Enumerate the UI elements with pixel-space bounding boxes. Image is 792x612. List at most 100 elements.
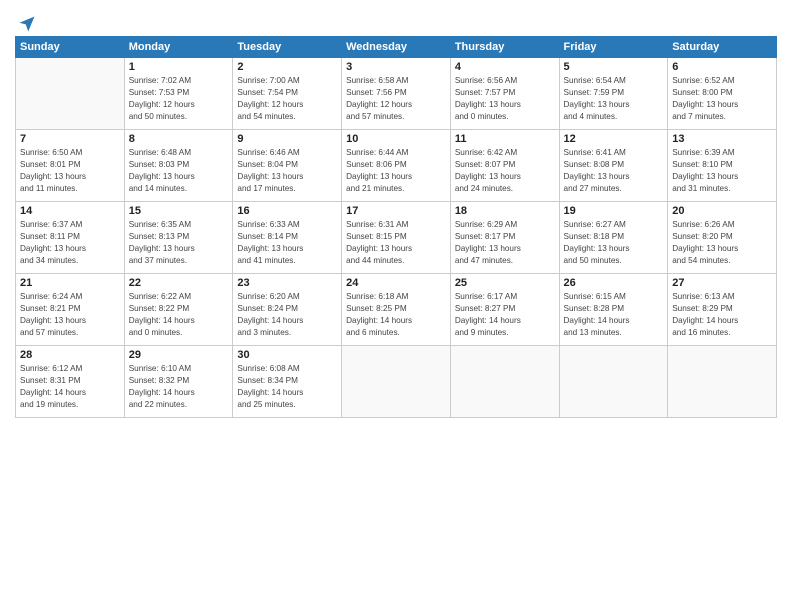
day-info: Sunrise: 6:33 AM Sunset: 8:14 PM Dayligh… xyxy=(237,219,337,267)
day-info: Sunrise: 6:48 AM Sunset: 8:03 PM Dayligh… xyxy=(129,147,229,195)
calendar-cell: 24Sunrise: 6:18 AM Sunset: 8:25 PM Dayli… xyxy=(342,274,451,346)
calendar-cell: 22 Sunrise: 6:22 AM Sunset: 8:22 PM Dayli… xyxy=(124,274,233,346)
day-info: Sunrise: 6:56 AM Sunset: 7:57 PM Dayligh… xyxy=(455,75,555,123)
day-info: Sunrise: 6:39 AM Sunset: 8:10 PM Dayligh… xyxy=(672,147,772,195)
day-number: 7 xyxy=(20,133,120,145)
header xyxy=(15,10,777,30)
calendar-table: SundayMondayTuesdayWednesdayThursdayFrid… xyxy=(15,36,777,418)
day-info: Sunrise: 6:15 AM Sunset: 8:28 PM Dayligh… xyxy=(564,291,664,339)
calendar-cell: 6 Sunrise: 6:52 AM Sunset: 8:00 PM Daylig… xyxy=(668,58,777,130)
day-info: Sunrise: 6:17 AM Sunset: 8:27 PM Dayligh… xyxy=(455,291,555,339)
day-number: 14 xyxy=(20,205,120,217)
day-info: Sunrise: 6:12 AM Sunset: 8:31 PM Dayligh… xyxy=(20,363,120,411)
logo xyxy=(15,14,37,30)
calendar-cell xyxy=(16,58,125,130)
calendar-week-row: 1Sunrise: 7:02 AM Sunset: 7:53 PM Daylig… xyxy=(16,58,777,130)
calendar-week-row: 28 Sunrise: 6:12 AM Sunset: 8:31 PM Dayli… xyxy=(16,346,777,418)
column-header-sunday: Sunday xyxy=(16,37,125,58)
calendar-cell: 16 Sunrise: 6:33 AM Sunset: 8:14 PM Dayli… xyxy=(233,202,342,274)
day-number: 12 xyxy=(564,133,664,145)
day-info: Sunrise: 6:27 AM Sunset: 8:18 PM Dayligh… xyxy=(564,219,664,267)
day-info: Sunrise: 6:31 AM Sunset: 8:15 PM Dayligh… xyxy=(346,219,446,267)
calendar-cell: 27Sunrise: 6:13 AM Sunset: 8:29 PM Dayli… xyxy=(668,274,777,346)
day-number: 27 xyxy=(672,277,772,289)
day-info: Sunrise: 6:24 AM Sunset: 8:21 PM Dayligh… xyxy=(20,291,120,339)
day-number: 23 xyxy=(237,277,337,289)
calendar-week-row: 7 Sunrise: 6:50 AM Sunset: 8:01 PM Daylig… xyxy=(16,130,777,202)
day-number: 10 xyxy=(346,133,446,145)
day-info: Sunrise: 6:10 AM Sunset: 8:32 PM Dayligh… xyxy=(129,363,229,411)
day-number: 17 xyxy=(346,205,446,217)
calendar-cell: 25 Sunrise: 6:17 AM Sunset: 8:27 PM Dayli… xyxy=(450,274,559,346)
day-number: 6 xyxy=(672,61,772,73)
day-number: 3 xyxy=(346,61,446,73)
day-info: Sunrise: 6:26 AM Sunset: 8:20 PM Dayligh… xyxy=(672,219,772,267)
column-header-wednesday: Wednesday xyxy=(342,37,451,58)
calendar-cell: 26 Sunrise: 6:15 AM Sunset: 8:28 PM Dayli… xyxy=(559,274,668,346)
day-info: Sunrise: 6:52 AM Sunset: 8:00 PM Dayligh… xyxy=(672,75,772,123)
calendar-cell: 21Sunrise: 6:24 AM Sunset: 8:21 PM Dayli… xyxy=(16,274,125,346)
day-info: Sunrise: 6:08 AM Sunset: 8:34 PM Dayligh… xyxy=(237,363,337,411)
day-number: 4 xyxy=(455,61,555,73)
day-number: 16 xyxy=(237,205,337,217)
page-container: SundayMondayTuesdayWednesdayThursdayFrid… xyxy=(0,0,792,428)
day-number: 28 xyxy=(20,349,120,361)
day-number: 19 xyxy=(564,205,664,217)
day-number: 11 xyxy=(455,133,555,145)
calendar-cell: 7 Sunrise: 6:50 AM Sunset: 8:01 PM Daylig… xyxy=(16,130,125,202)
calendar-cell xyxy=(450,346,559,418)
calendar-cell xyxy=(668,346,777,418)
day-info: Sunrise: 6:35 AM Sunset: 8:13 PM Dayligh… xyxy=(129,219,229,267)
day-number: 26 xyxy=(564,277,664,289)
day-info: Sunrise: 7:02 AM Sunset: 7:53 PM Dayligh… xyxy=(129,75,229,123)
logo-bird-icon xyxy=(17,14,37,34)
day-info: Sunrise: 6:22 AM Sunset: 8:22 PM Dayligh… xyxy=(129,291,229,339)
calendar-cell: 15 Sunrise: 6:35 AM Sunset: 8:13 PM Dayli… xyxy=(124,202,233,274)
column-header-saturday: Saturday xyxy=(668,37,777,58)
calendar-cell: 28 Sunrise: 6:12 AM Sunset: 8:31 PM Dayli… xyxy=(16,346,125,418)
calendar-cell: 14 Sunrise: 6:37 AM Sunset: 8:11 PM Dayli… xyxy=(16,202,125,274)
day-info: Sunrise: 7:00 AM Sunset: 7:54 PM Dayligh… xyxy=(237,75,337,123)
day-info: Sunrise: 6:50 AM Sunset: 8:01 PM Dayligh… xyxy=(20,147,120,195)
day-number: 9 xyxy=(237,133,337,145)
day-number: 18 xyxy=(455,205,555,217)
day-number: 2 xyxy=(237,61,337,73)
day-info: Sunrise: 6:37 AM Sunset: 8:11 PM Dayligh… xyxy=(20,219,120,267)
column-header-friday: Friday xyxy=(559,37,668,58)
calendar-cell: 13 Sunrise: 6:39 AM Sunset: 8:10 PM Dayli… xyxy=(668,130,777,202)
calendar-cell: 4 Sunrise: 6:56 AM Sunset: 7:57 PM Daylig… xyxy=(450,58,559,130)
day-info: Sunrise: 6:44 AM Sunset: 8:06 PM Dayligh… xyxy=(346,147,446,195)
day-info: Sunrise: 6:54 AM Sunset: 7:59 PM Dayligh… xyxy=(564,75,664,123)
calendar-cell: 9 Sunrise: 6:46 AM Sunset: 8:04 PM Daylig… xyxy=(233,130,342,202)
calendar-cell: 18Sunrise: 6:29 AM Sunset: 8:17 PM Dayli… xyxy=(450,202,559,274)
calendar-cell xyxy=(559,346,668,418)
calendar-header-row: SundayMondayTuesdayWednesdayThursdayFrid… xyxy=(16,37,777,58)
day-number: 15 xyxy=(129,205,229,217)
day-info: Sunrise: 6:58 AM Sunset: 7:56 PM Dayligh… xyxy=(346,75,446,123)
day-number: 13 xyxy=(672,133,772,145)
calendar-cell: 2 Sunrise: 7:00 AM Sunset: 7:54 PM Daylig… xyxy=(233,58,342,130)
column-header-thursday: Thursday xyxy=(450,37,559,58)
calendar-cell: 5 Sunrise: 6:54 AM Sunset: 7:59 PM Daylig… xyxy=(559,58,668,130)
day-number: 22 xyxy=(129,277,229,289)
day-number: 5 xyxy=(564,61,664,73)
day-number: 8 xyxy=(129,133,229,145)
day-info: Sunrise: 6:46 AM Sunset: 8:04 PM Dayligh… xyxy=(237,147,337,195)
day-info: Sunrise: 6:41 AM Sunset: 8:08 PM Dayligh… xyxy=(564,147,664,195)
calendar-cell: 10 Sunrise: 6:44 AM Sunset: 8:06 PM Dayli… xyxy=(342,130,451,202)
day-info: Sunrise: 6:20 AM Sunset: 8:24 PM Dayligh… xyxy=(237,291,337,339)
calendar-cell: 11Sunrise: 6:42 AM Sunset: 8:07 PM Dayli… xyxy=(450,130,559,202)
calendar-cell: 19 Sunrise: 6:27 AM Sunset: 8:18 PM Dayli… xyxy=(559,202,668,274)
day-number: 29 xyxy=(129,349,229,361)
day-number: 24 xyxy=(346,277,446,289)
day-number: 25 xyxy=(455,277,555,289)
calendar-cell: 29 Sunrise: 6:10 AM Sunset: 8:32 PM Dayli… xyxy=(124,346,233,418)
calendar-cell: 17 Sunrise: 6:31 AM Sunset: 8:15 PM Dayli… xyxy=(342,202,451,274)
calendar-cell: 12 Sunrise: 6:41 AM Sunset: 8:08 PM Dayli… xyxy=(559,130,668,202)
column-header-monday: Monday xyxy=(124,37,233,58)
calendar-week-row: 21Sunrise: 6:24 AM Sunset: 8:21 PM Dayli… xyxy=(16,274,777,346)
calendar-cell: 3 Sunrise: 6:58 AM Sunset: 7:56 PM Daylig… xyxy=(342,58,451,130)
calendar-cell: 20 Sunrise: 6:26 AM Sunset: 8:20 PM Dayli… xyxy=(668,202,777,274)
day-number: 20 xyxy=(672,205,772,217)
calendar-cell: 23 Sunrise: 6:20 AM Sunset: 8:24 PM Dayli… xyxy=(233,274,342,346)
